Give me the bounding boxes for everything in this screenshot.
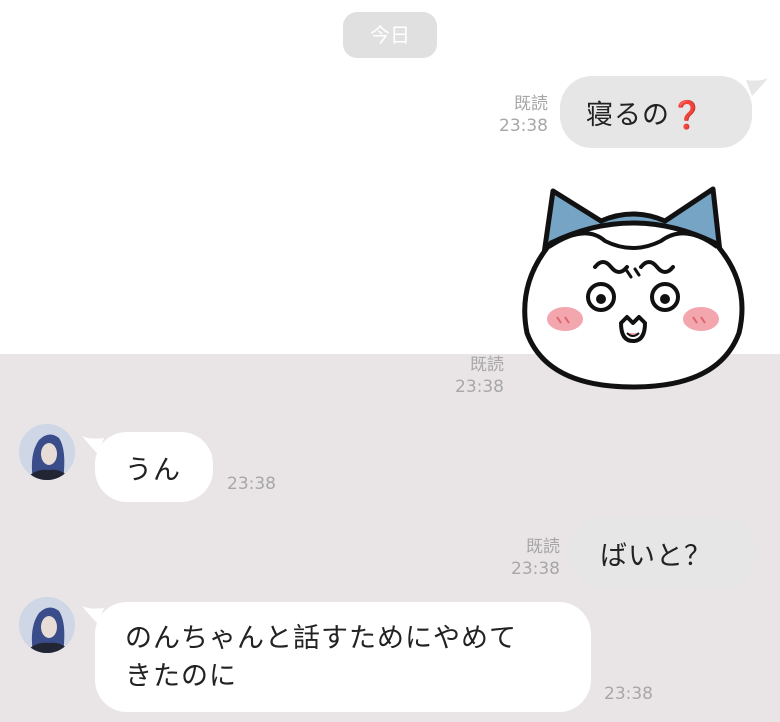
- avatar-image: [19, 597, 75, 653]
- message-text-line-2: きたのに: [125, 661, 237, 692]
- message-1-meta: 既読 23:38: [492, 93, 548, 137]
- message-text: 寝るの: [586, 100, 670, 131]
- message-text-line-1: のんちゃんと話すためにやめて: [125, 623, 517, 654]
- message-bubble-incoming[interactable]: のんちゃんと話すためにやめて きたのに: [95, 602, 591, 712]
- message-bubble-incoming[interactable]: うん: [95, 432, 213, 502]
- timestamp: 23:38: [455, 377, 504, 397]
- date-divider: 今日: [343, 12, 437, 58]
- timestamp: 23:38: [604, 684, 653, 704]
- contact-avatar[interactable]: [19, 597, 75, 653]
- read-receipt: 既読: [470, 355, 504, 375]
- avatar-image: [19, 424, 75, 480]
- read-receipt: 既読: [526, 537, 560, 557]
- message-bubble-outgoing[interactable]: 寝るの❓: [560, 76, 752, 148]
- read-receipt: 既読: [514, 94, 548, 114]
- message-text: うん: [125, 455, 181, 486]
- timestamp: 23:38: [499, 116, 548, 136]
- message-bubble-outgoing[interactable]: ばいと？: [570, 518, 756, 588]
- timestamp: 23:38: [511, 559, 560, 579]
- message-4-meta: 既読 23:38: [504, 536, 560, 580]
- red-question-mark-icon: ❓: [670, 100, 705, 131]
- contact-avatar[interactable]: [19, 424, 75, 480]
- message-2-meta: 既読 23:38: [448, 354, 504, 398]
- message-text: ばいと？: [600, 541, 712, 572]
- bubble-tail: [746, 78, 768, 96]
- white-cat-blue-ears-sticker[interactable]: [515, 183, 751, 391]
- timestamp: 23:38: [227, 474, 276, 494]
